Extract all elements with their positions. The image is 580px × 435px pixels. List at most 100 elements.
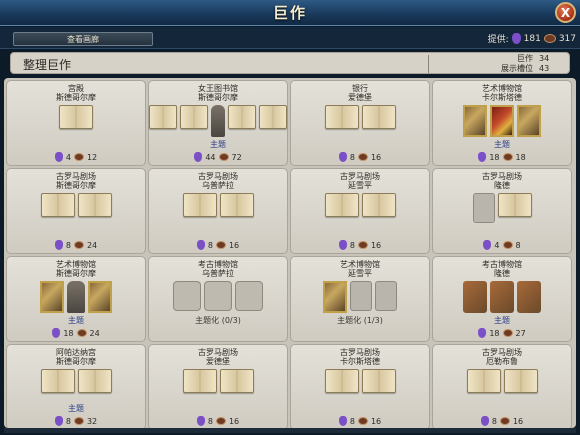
book-slot[interactable]	[361, 369, 396, 393]
culture-value: 16	[370, 416, 382, 426]
book-slot[interactable]	[503, 369, 538, 393]
empty-slot[interactable]	[472, 193, 495, 223]
building-card[interactable]: 古罗马剧场 厄勒布鲁 8 16	[432, 344, 572, 428]
artwork-slot[interactable]	[463, 105, 487, 137]
artwork-slot[interactable]	[40, 281, 64, 313]
book-slot[interactable]	[361, 193, 396, 217]
tourism-value: 44	[205, 152, 216, 162]
book-slot[interactable]	[149, 105, 177, 129]
book-slot[interactable]	[179, 105, 208, 129]
book-slot[interactable]	[219, 193, 254, 217]
building-card[interactable]: 银行 爱德堡 8 16	[290, 80, 430, 166]
artifact-slot[interactable]	[517, 281, 541, 313]
building-card[interactable]: 古罗马剧场 延雪平 8 16	[290, 168, 430, 254]
tourism-icon	[338, 152, 347, 162]
artifact-slot[interactable]	[490, 281, 514, 313]
slot-row	[433, 369, 571, 393]
city-name: 乌普萨拉	[202, 181, 234, 190]
tourism-icon	[196, 240, 205, 250]
culture-icon	[357, 241, 368, 249]
book-slot[interactable]	[324, 105, 359, 129]
artifact-slot[interactable]	[463, 281, 487, 313]
slots-value: 43	[539, 64, 550, 73]
close-button[interactable]: X	[555, 2, 576, 23]
book-slot[interactable]	[324, 193, 359, 217]
building-card[interactable]: 古罗马剧场 乌普萨拉 8 16	[148, 168, 288, 254]
building-card[interactable]: 女王图书馆 斯德哥尔摩 主题 44 72	[148, 80, 288, 166]
tourism-value: 4	[65, 152, 71, 162]
page-heading: 整理巨作	[23, 58, 72, 72]
tourism-value: 8	[65, 416, 71, 426]
tourism-value: 8	[349, 240, 355, 250]
book-slot[interactable]	[466, 369, 501, 393]
window-title: 巨作	[272, 4, 307, 22]
book-slot[interactable]	[259, 105, 287, 129]
artwork-slot[interactable]	[490, 105, 514, 137]
book-slot[interactable]	[497, 193, 532, 217]
building-name: 考古博物馆	[198, 260, 238, 269]
culture-value: 24	[86, 240, 98, 250]
book-slot[interactable]	[40, 193, 75, 217]
book-slot[interactable]	[228, 105, 257, 129]
culture-value: 72	[231, 152, 242, 162]
city-name: 爱德堡	[206, 357, 230, 366]
tourism-icon	[54, 152, 63, 162]
tourism-value: 8	[349, 152, 355, 162]
city-name: 斯德哥尔摩	[56, 269, 96, 278]
empty-slot[interactable]	[350, 281, 372, 311]
building-card[interactable]: 古罗马剧场 爱德堡 8 16	[148, 344, 288, 428]
buildings-grid: 宫殿 斯德哥尔摩 4 12 女王图书馆 斯德哥尔摩 主题 44 72 银行 爱德…	[6, 80, 574, 428]
artwork-slot[interactable]	[517, 105, 541, 137]
book-slot[interactable]	[361, 105, 396, 129]
building-card[interactable]: 古罗马剧场 卡尔斯塔德 8 16	[290, 344, 430, 428]
city-name: 延雪平	[348, 269, 372, 278]
culture-icon	[76, 329, 87, 337]
book-slot[interactable]	[324, 369, 359, 393]
slot-row	[291, 193, 429, 217]
book-slot[interactable]	[182, 369, 217, 393]
slot-row	[149, 281, 287, 311]
building-name: 古罗马剧场	[56, 172, 96, 181]
book-slot[interactable]	[219, 369, 254, 393]
theme-label: 主题化 (0/3)	[195, 316, 241, 325]
artwork-slot[interactable]	[88, 281, 112, 313]
book-slot[interactable]	[182, 193, 217, 217]
culture-value: 18	[515, 152, 526, 162]
book-slot[interactable]	[77, 369, 112, 393]
culture-value: 16	[228, 416, 240, 426]
yield-row: 8 16	[433, 416, 571, 426]
city-name: 隆德	[494, 181, 510, 190]
empty-slot[interactable]	[375, 281, 397, 311]
view-gallery-button[interactable]: 查看画廊	[13, 32, 153, 46]
slot-row	[433, 105, 571, 137]
building-card[interactable]: 阿帕达纳宫 斯德哥尔摩 主题 8 32	[6, 344, 146, 428]
building-card[interactable]: 宫殿 斯德哥尔摩 4 12	[6, 80, 146, 166]
statue-slot[interactable]	[67, 281, 85, 313]
culture-value: 16	[228, 240, 240, 250]
yield-row: 8 24	[7, 240, 145, 250]
statue-slot[interactable]	[210, 105, 226, 137]
scrollbar[interactable]	[4, 428, 576, 433]
book-slot[interactable]	[59, 105, 93, 129]
artwork-slot[interactable]	[323, 281, 347, 313]
book-slot[interactable]	[77, 193, 112, 217]
book-slot[interactable]	[40, 369, 75, 393]
yield-row: 18 24	[7, 328, 145, 338]
culture-value: 16	[512, 416, 524, 426]
building-card[interactable]: 考古博物馆 乌普萨拉 主题化 (0/3)	[148, 256, 288, 342]
building-card[interactable]: 古罗马剧场 隆德 4 8	[432, 168, 572, 254]
empty-slot[interactable]	[204, 281, 232, 311]
building-card[interactable]: 古罗马剧场 斯德哥尔摩 8 24	[6, 168, 146, 254]
empty-slot[interactable]	[235, 281, 263, 311]
culture-icon	[543, 34, 556, 43]
tourism-icon	[196, 416, 205, 426]
building-card[interactable]: 考古博物馆 隆德 主题 18 27	[432, 256, 572, 342]
empty-slot[interactable]	[173, 281, 201, 311]
theme-label: 主题化 (1/3)	[337, 316, 383, 325]
building-card[interactable]: 艺术博物馆 延雪平 主题化 (1/3)	[290, 256, 430, 342]
city-name: 斯德哥尔摩	[56, 181, 96, 190]
culture-icon	[218, 153, 229, 161]
culture-value: 24	[89, 328, 100, 338]
building-card[interactable]: 艺术博物馆 卡尔斯塔德 主题 18 18	[432, 80, 572, 166]
building-card[interactable]: 艺术博物馆 斯德哥尔摩 主题 18 24	[6, 256, 146, 342]
